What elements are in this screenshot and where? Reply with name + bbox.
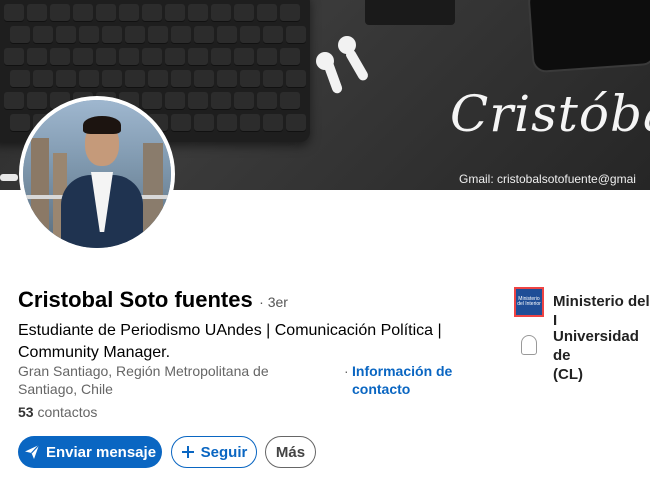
keyboard-key bbox=[27, 48, 47, 66]
more-button[interactable]: Más bbox=[265, 436, 316, 468]
keyboard-key bbox=[56, 26, 76, 44]
keyboard-key bbox=[171, 26, 191, 44]
keyboard-key bbox=[4, 48, 24, 66]
airpod-image bbox=[344, 47, 370, 83]
keyboard-key bbox=[211, 4, 231, 22]
keyboard-key bbox=[142, 4, 162, 22]
keyboard-key bbox=[188, 48, 208, 66]
keyboard-key bbox=[125, 26, 145, 44]
keyboard-key bbox=[234, 92, 254, 110]
keyboard-key bbox=[240, 114, 260, 132]
organization-ministry[interactable]: Ministerio del I bbox=[553, 292, 650, 330]
keyboard-key bbox=[217, 70, 237, 88]
keyboard-key bbox=[165, 48, 185, 66]
contact-info-label[interactable]: Información de contacto bbox=[352, 362, 474, 398]
keyboard-key bbox=[10, 70, 30, 88]
pencil-image bbox=[0, 174, 18, 181]
keyboard-key bbox=[4, 4, 24, 22]
send-message-label: Enviar mensaje bbox=[45, 443, 157, 461]
keyboard-key bbox=[188, 92, 208, 110]
keyboard-key bbox=[119, 4, 139, 22]
keyboard-key bbox=[211, 92, 231, 110]
phone-image bbox=[527, 0, 650, 74]
keyboard-key bbox=[263, 114, 283, 132]
keyboard-key bbox=[33, 26, 53, 44]
keyboard-key bbox=[171, 70, 191, 88]
keyboard-key bbox=[119, 48, 139, 66]
profile-name: Cristobal Soto fuentes bbox=[18, 287, 253, 312]
separator-dot: · bbox=[344, 363, 349, 379]
keyboard-key bbox=[171, 114, 191, 132]
keyboard-key bbox=[125, 70, 145, 88]
connections-count[interactable]: 53 contactos bbox=[18, 404, 97, 420]
keyboard-key bbox=[217, 114, 237, 132]
keyboard-key bbox=[240, 70, 260, 88]
banner-email: Gmail: cristobalsotofuente@gmai bbox=[459, 172, 636, 186]
keyboard-key bbox=[257, 92, 277, 110]
keyboard-key bbox=[27, 4, 47, 22]
keyboard-key bbox=[4, 92, 24, 110]
keyboard-key bbox=[50, 4, 70, 22]
keyboard-key bbox=[257, 4, 277, 22]
organization-university-line2: (CL) bbox=[553, 366, 583, 383]
university-seal-icon bbox=[521, 335, 537, 355]
ministry-logo-text: Ministerio del Interior bbox=[517, 296, 541, 307]
follow-label: Seguir bbox=[200, 443, 248, 461]
airpod-image bbox=[322, 59, 344, 95]
keyboard-key bbox=[148, 26, 168, 44]
more-label: Más bbox=[275, 443, 306, 461]
keyboard-key bbox=[188, 4, 208, 22]
keyboard-key bbox=[194, 114, 214, 132]
keyboard-key bbox=[142, 48, 162, 66]
connections-label: contactos bbox=[37, 404, 98, 420]
keyboard-key bbox=[194, 26, 214, 44]
keyboard-key bbox=[56, 70, 76, 88]
keyboard-key bbox=[280, 4, 300, 22]
keyboard-key bbox=[280, 48, 300, 66]
keyboard-key bbox=[96, 4, 116, 22]
keyboard-key bbox=[165, 4, 185, 22]
contact-info-link[interactable]: · Información de contacto bbox=[344, 362, 474, 398]
keyboard-key bbox=[234, 48, 254, 66]
keyboard-key bbox=[263, 70, 283, 88]
keyboard-key bbox=[73, 4, 93, 22]
keyboard-key bbox=[194, 70, 214, 88]
avatar[interactable] bbox=[19, 96, 175, 252]
keyboard-key bbox=[234, 4, 254, 22]
keyboard-key bbox=[286, 114, 306, 132]
keyboard-key bbox=[211, 48, 231, 66]
keyboard-key bbox=[286, 26, 306, 44]
plus-icon bbox=[181, 446, 194, 458]
keyboard-key bbox=[102, 26, 122, 44]
keyboard-key bbox=[79, 70, 99, 88]
send-message-button[interactable]: Enviar mensaje bbox=[18, 436, 162, 468]
keyboard-key bbox=[33, 70, 53, 88]
keyboard-key bbox=[79, 26, 99, 44]
notebook-image bbox=[365, 0, 455, 25]
follow-button[interactable]: Seguir bbox=[171, 436, 257, 468]
keyboard-key bbox=[240, 26, 260, 44]
keyboard-key bbox=[217, 26, 237, 44]
keyboard-key bbox=[263, 26, 283, 44]
connections-number: 53 bbox=[18, 404, 34, 420]
keyboard-key bbox=[96, 48, 116, 66]
keyboard-key bbox=[257, 48, 277, 66]
send-icon bbox=[24, 444, 40, 459]
organization-university-line1: Universidad de bbox=[553, 328, 639, 364]
keyboard-key bbox=[73, 48, 93, 66]
connection-degree: · 3er bbox=[259, 294, 288, 310]
name-row: Cristobal Soto fuentes · 3er bbox=[18, 287, 288, 313]
profile-location: Gran Santiago, Región Metropolitana de S… bbox=[18, 363, 269, 397]
keyboard-key bbox=[50, 48, 70, 66]
organization-university[interactable]: Universidad de (CL) bbox=[553, 327, 650, 384]
banner-signature: Cristóbal So bbox=[450, 85, 650, 143]
keyboard-key bbox=[286, 70, 306, 88]
keyboard-key bbox=[148, 70, 168, 88]
keyboard-key bbox=[102, 70, 122, 88]
university-logo[interactable] bbox=[514, 330, 544, 360]
ministry-logo[interactable]: Ministerio del Interior bbox=[514, 287, 544, 317]
keyboard-key bbox=[10, 26, 30, 44]
profile-headline: Estudiante de Periodismo UAndes | Comuni… bbox=[18, 322, 442, 361]
keyboard-key bbox=[280, 92, 300, 110]
